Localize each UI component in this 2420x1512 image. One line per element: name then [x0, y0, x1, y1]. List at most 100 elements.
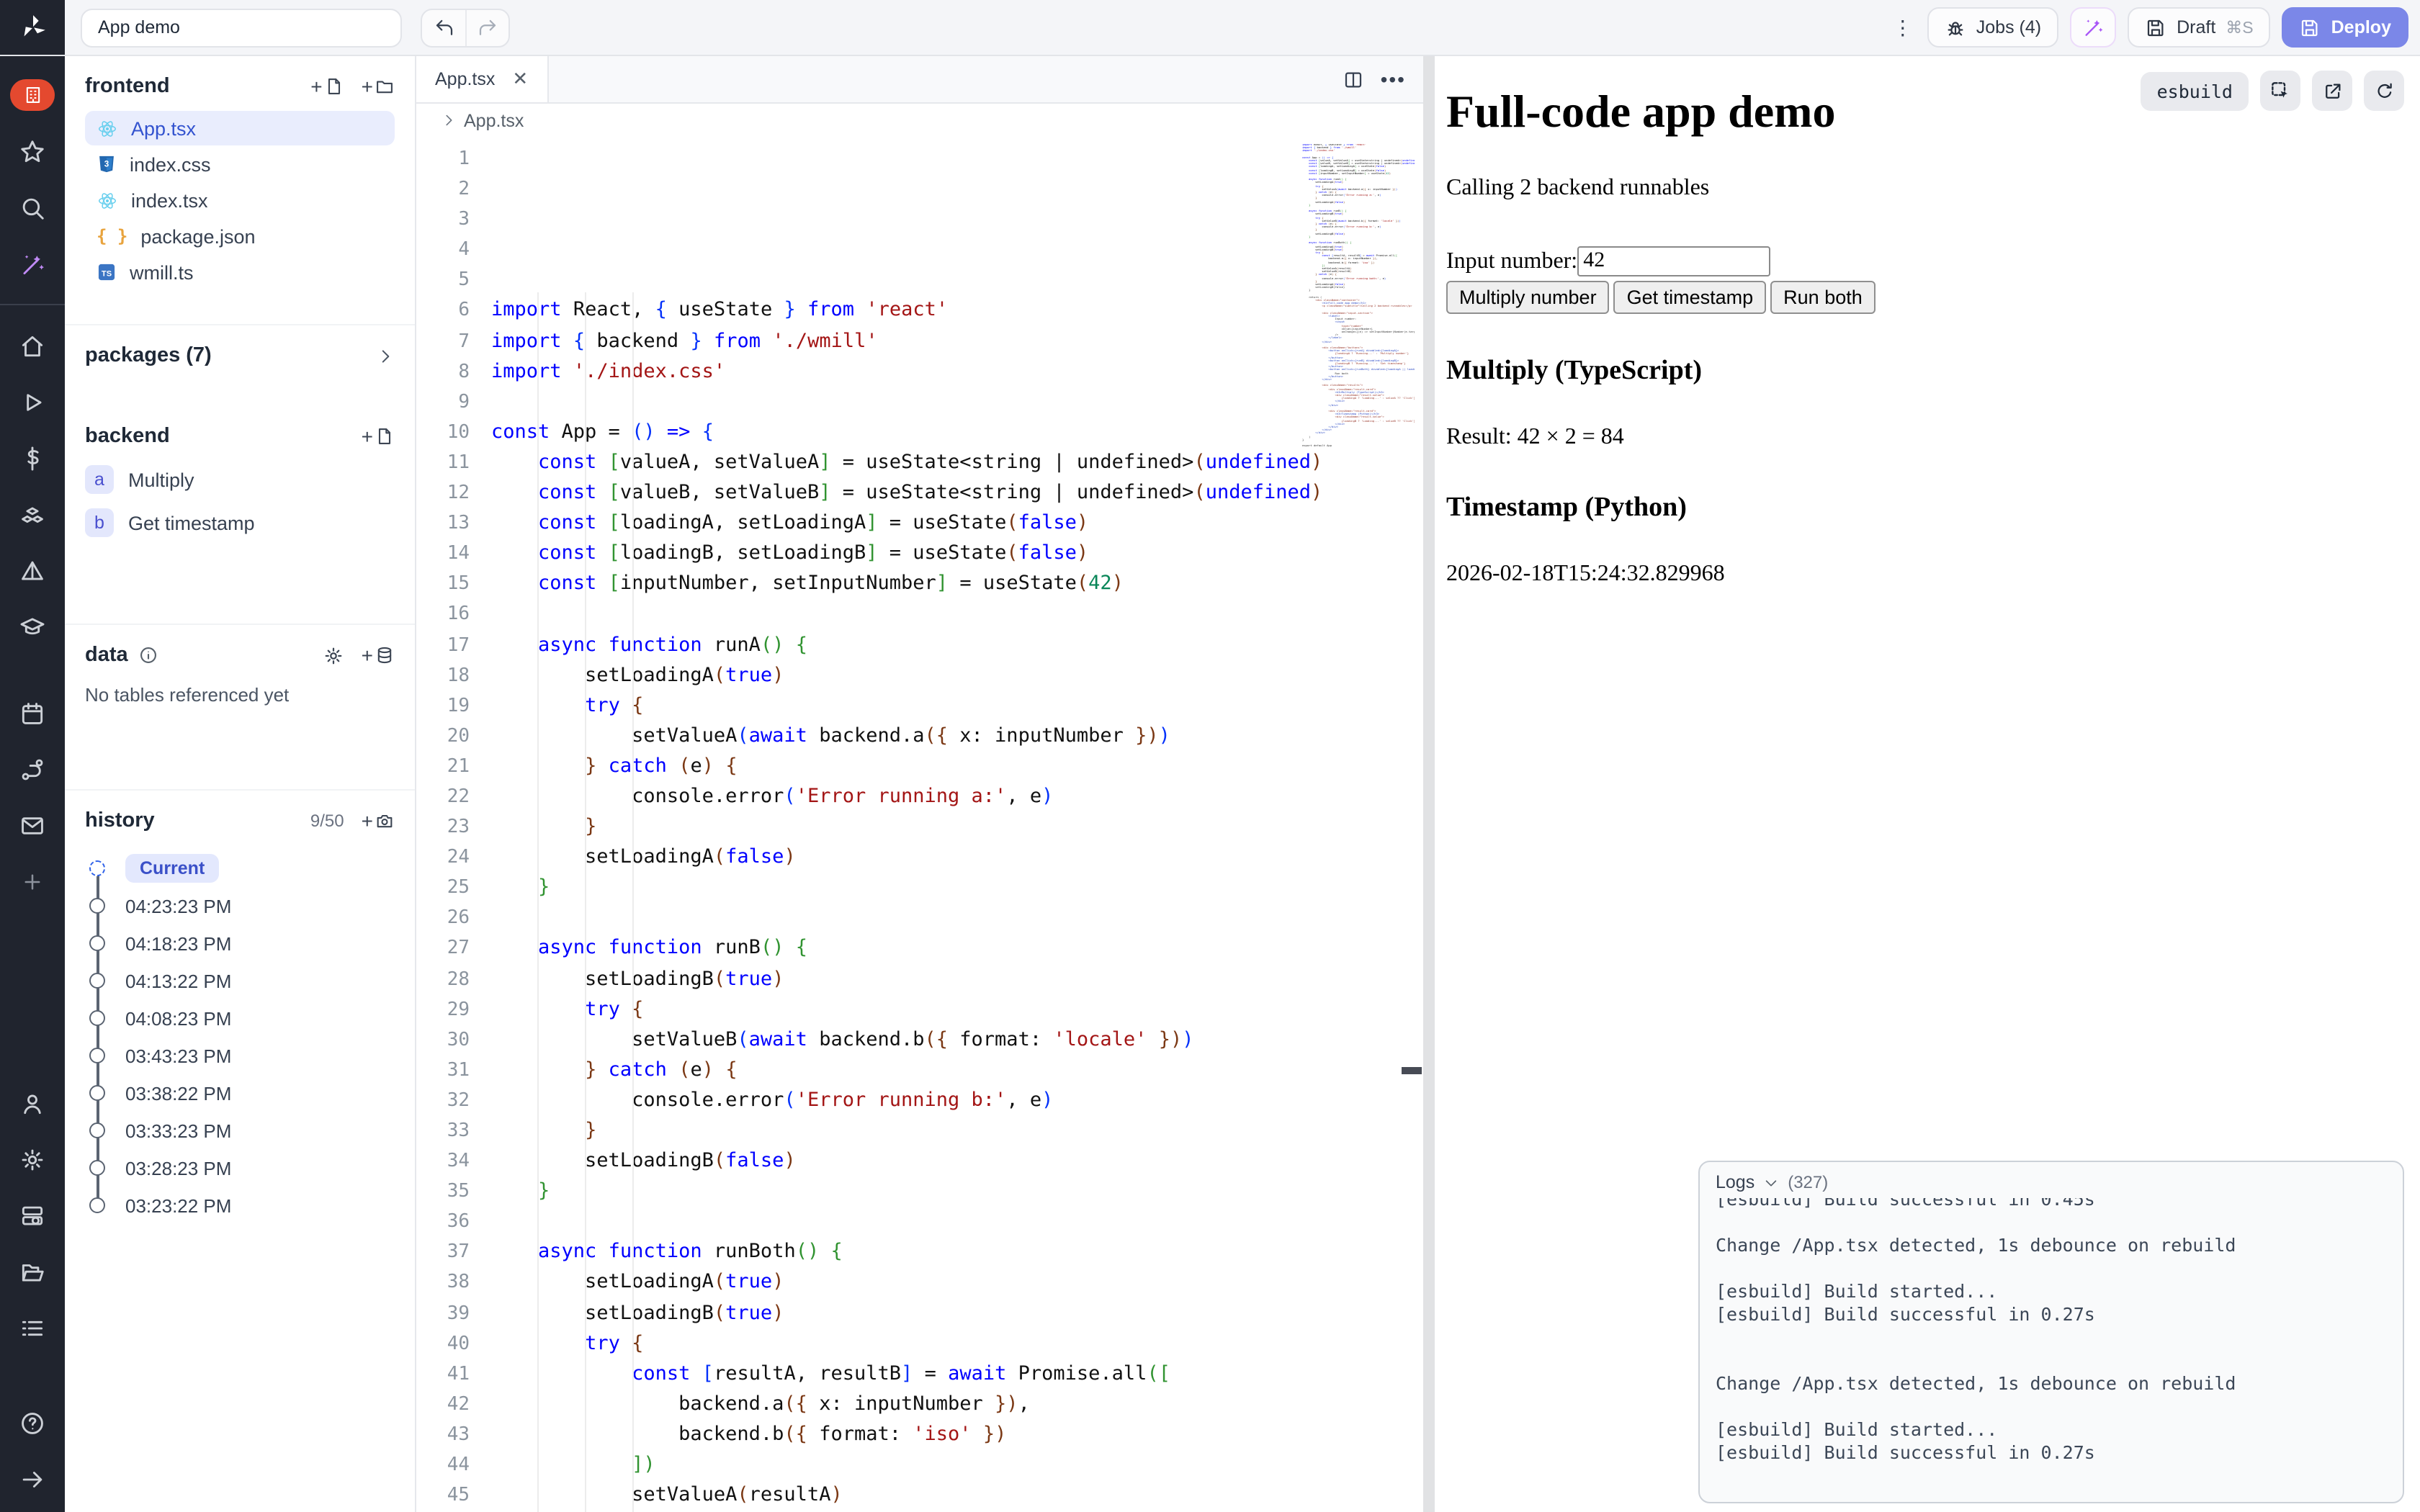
runnable-item-a[interactable]: aMultiply	[85, 462, 395, 497]
resources-icon[interactable]	[15, 498, 50, 530]
select-mode-button[interactable]	[2260, 71, 2300, 111]
refresh-button[interactable]	[2364, 71, 2404, 111]
history-entry[interactable]: 04:18:23 PM	[89, 924, 395, 962]
code-line	[491, 600, 1423, 630]
react-icon	[97, 117, 118, 139]
ai-wand-button[interactable]	[2070, 7, 2116, 48]
history-item-current[interactable]: Current	[89, 850, 395, 887]
split-view-icon[interactable]	[1343, 68, 1365, 90]
history-entry[interactable]: 04:23:23 PM	[89, 887, 395, 924]
windmill-logo[interactable]	[0, 0, 65, 55]
draft-button[interactable]: Draft ⌘S	[2128, 7, 2271, 48]
history-entry[interactable]: 03:43:23 PM	[89, 1037, 395, 1074]
minimap[interactable]: import React, { useState } from 'react'i…	[1302, 144, 1415, 449]
add-runnable-button[interactable]: +	[362, 426, 395, 446]
logs-scroll-area[interactable]: [esbuild] Build successful in 0.45s Chan…	[1716, 1198, 2387, 1495]
home-icon[interactable]	[15, 330, 50, 361]
run-both-button[interactable]: Run both	[1770, 281, 1876, 314]
schedules-icon[interactable]	[15, 697, 50, 729]
top-bar: ⋮ Jobs (4) Draft ⌘S Deploy	[0, 0, 2420, 56]
history-entry[interactable]: 03:38:22 PM	[89, 1074, 395, 1112]
code-line: }	[491, 1116, 1423, 1146]
plus-icon[interactable]	[15, 865, 50, 897]
data-section: data + No tables referenced yet	[65, 624, 415, 789]
code-line: ])	[491, 1450, 1423, 1480]
search-icon[interactable]	[15, 192, 50, 223]
expand-rail-icon[interactable]	[15, 1463, 50, 1495]
variables-icon[interactable]	[15, 442, 50, 474]
kebab-menu-button[interactable]: ⋮	[1890, 15, 1916, 40]
deploy-button[interactable]: Deploy	[2282, 7, 2408, 48]
file-item-index-css[interactable]: 3index.css	[85, 147, 395, 181]
runnable-badge: b	[85, 508, 114, 537]
input-number-field[interactable]	[1577, 246, 1770, 276]
file-item-app-tsx[interactable]: App.tsx	[85, 111, 395, 145]
panel-splitter[interactable]	[1423, 56, 1435, 1512]
add-file-button[interactable]: +	[310, 76, 344, 96]
code-area[interactable]: 1234567891011121314151617181920212223242…	[416, 137, 1423, 1512]
gear-icon	[323, 644, 344, 666]
json-icon: { }	[97, 226, 127, 246]
runs-icon[interactable]	[15, 386, 50, 418]
more-icon[interactable]: •••	[1381, 68, 1406, 91]
history-entry[interactable]: 03:23:22 PM	[89, 1187, 395, 1224]
result-b-title: Timestamp (Python)	[1446, 492, 2408, 524]
code-content[interactable]: import React, { useState } from 'react'i…	[491, 137, 1423, 1512]
history-entry[interactable]: 03:28:23 PM	[89, 1149, 395, 1187]
history-entry[interactable]: 04:08:23 PM	[89, 999, 395, 1037]
history-node-icon	[89, 935, 105, 951]
get-timestamp-button[interactable]: Get timestamp	[1614, 281, 1767, 314]
history-node-icon	[89, 1010, 105, 1026]
folders-icon[interactable]	[15, 1256, 50, 1287]
add-table-button[interactable]: +	[362, 645, 395, 665]
splitter-grip[interactable]	[1402, 1067, 1422, 1074]
history-timeline: Current 04:23:23 PM04:18:23 PM04:13:22 P…	[85, 850, 395, 1224]
close-icon[interactable]: ✕	[512, 68, 528, 91]
data-settings-button[interactable]	[323, 644, 344, 666]
history-entry[interactable]: 03:33:23 PM	[89, 1112, 395, 1149]
chevron-down-icon[interactable]	[1763, 1174, 1779, 1190]
user-icon[interactable]	[15, 1087, 50, 1119]
routes-icon[interactable]	[15, 753, 50, 785]
file-item-package-json[interactable]: { }package.json	[85, 219, 395, 253]
packages-section[interactable]: packages (7)	[65, 324, 415, 386]
app-title-input[interactable]	[81, 8, 402, 47]
code-line: async function runA() {	[491, 630, 1423, 660]
add-snapshot-button[interactable]: +	[362, 811, 395, 831]
history-node-icon	[89, 973, 105, 989]
tab-app-tsx[interactable]: App.tsx ✕	[416, 56, 548, 102]
frontend-section-title: frontend	[85, 75, 170, 98]
favorites-icon[interactable]	[15, 135, 50, 167]
mail-icon[interactable]	[15, 809, 50, 841]
file-item-index-tsx[interactable]: index.tsx	[85, 183, 395, 217]
multiply-number-button[interactable]: Multiply number	[1446, 281, 1610, 314]
breadcrumb: App.tsx	[416, 104, 1423, 137]
camera-icon	[375, 811, 395, 831]
deploy-label: Deploy	[2331, 17, 2391, 37]
info-icon	[138, 645, 158, 665]
code-line: setLoadingA(true)	[491, 660, 1423, 690]
chevron-right-icon[interactable]	[441, 112, 457, 128]
undo-button[interactable]	[422, 9, 465, 45]
app-sidebar: frontend + + App.tsx3index.cssindex.tsx{…	[65, 56, 416, 1512]
runnable-item-b[interactable]: bGet timestamp	[85, 505, 395, 540]
audit-logs-icon[interactable]	[15, 1312, 50, 1344]
history-entry[interactable]: 04:13:22 PM	[89, 962, 395, 999]
file-item-wmill-ts[interactable]: TSwmill.ts	[85, 255, 395, 289]
help-icon[interactable]	[15, 1407, 50, 1439]
history-node-icon	[89, 1048, 105, 1063]
open-external-icon	[2321, 80, 2343, 102]
add-folder-button[interactable]: +	[362, 76, 395, 96]
open-external-button[interactable]	[2312, 71, 2352, 111]
settings-icon[interactable]	[15, 1143, 50, 1175]
ai-icon[interactable]	[15, 248, 50, 279]
redo-button[interactable]	[465, 9, 508, 45]
jobs-button[interactable]: Jobs (4)	[1927, 7, 2058, 48]
learn-icon[interactable]	[15, 611, 50, 642]
bug-icon	[1945, 17, 1966, 38]
workspace-icon[interactable]	[10, 79, 55, 111]
triggers-icon[interactable]	[15, 554, 50, 586]
code-line: setLoadingB(true)	[491, 964, 1423, 994]
preview-content: Full-code app demo Calling 2 backend run…	[1435, 85, 2420, 588]
workers-icon[interactable]	[15, 1200, 50, 1231]
